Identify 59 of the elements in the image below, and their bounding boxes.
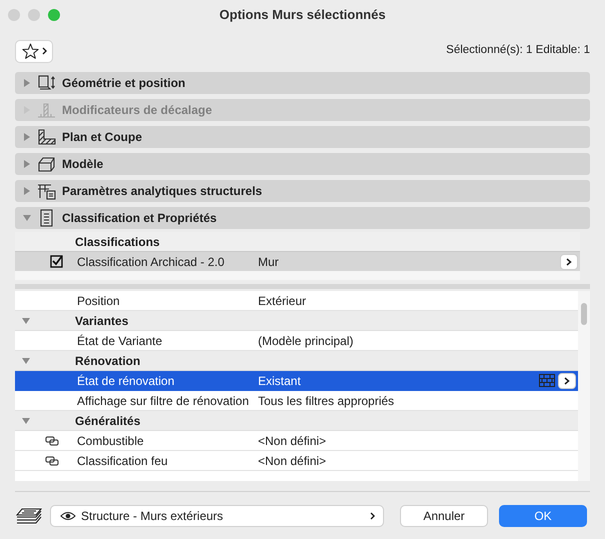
expand-triangle-icon[interactable] bbox=[22, 186, 32, 196]
ok-button[interactable]: OK bbox=[499, 504, 587, 526]
box-icon bbox=[37, 155, 57, 173]
panel-header[interactable]: Paramètres analytiques structurels bbox=[15, 180, 590, 202]
section-header: Classifications bbox=[75, 234, 160, 250]
eye-icon bbox=[60, 510, 76, 520]
classification-value: Mur bbox=[258, 254, 280, 270]
expand-triangle-icon[interactable] bbox=[22, 78, 32, 88]
property-value: <Non défini> bbox=[258, 432, 328, 450]
property-group: Rénovation bbox=[75, 352, 140, 370]
property-group: Généralités bbox=[75, 412, 140, 430]
scrollbar-thumb[interactable] bbox=[581, 303, 587, 325]
close-window-button[interactable] bbox=[8, 9, 20, 21]
property-group: Variantes bbox=[75, 312, 128, 330]
hatched-section-icon bbox=[37, 128, 57, 146]
star-icon bbox=[22, 43, 38, 59]
cancel-button[interactable]: Annuler bbox=[400, 504, 488, 526]
expand-triangle-icon[interactable] bbox=[22, 132, 32, 142]
collapse-triangle-icon[interactable] bbox=[22, 213, 32, 223]
favorites-button[interactable] bbox=[15, 40, 53, 62]
property-value: Extérieur bbox=[258, 292, 308, 310]
chevron-icon bbox=[564, 376, 570, 384]
minimize-window-button[interactable] bbox=[28, 9, 40, 21]
property-name: Position bbox=[77, 292, 121, 310]
panel-header[interactable]: Modèle bbox=[15, 153, 590, 175]
property-value: <Non défini> bbox=[258, 452, 328, 470]
window-title: Options Murs sélectionnés bbox=[219, 6, 386, 24]
property-value: (Modèle principal) bbox=[258, 332, 354, 350]
collapse-triangle-icon[interactable] bbox=[21, 316, 31, 326]
column-icon bbox=[37, 101, 57, 119]
checkbox[interactable] bbox=[50, 255, 62, 268]
selection-info: Sélectionné(s): 1 Editable: 1 bbox=[446, 43, 590, 58]
layers-icon bbox=[16, 506, 42, 524]
property-name: Affichage sur filtre de rénovation bbox=[77, 392, 250, 410]
chevron-icon bbox=[566, 258, 572, 266]
property-name: Combustible bbox=[77, 432, 145, 450]
panel-header[interactable]: Classification et Propriétés bbox=[15, 207, 590, 229]
property-value: Tous les filtres appropriés bbox=[258, 392, 396, 410]
property-value: Existant bbox=[258, 372, 302, 390]
chevron-icon bbox=[42, 47, 46, 55]
classification-name: Classification Archicad - 2.0 bbox=[77, 254, 226, 270]
collapse-triangle-icon[interactable] bbox=[21, 416, 31, 426]
property-name: État de Variante bbox=[77, 332, 164, 350]
panel-header[interactable]: Géométrie et position bbox=[15, 72, 590, 94]
classification-row[interactable]: Classification Archicad - 2.0 Mur bbox=[15, 251, 580, 271]
property-row[interactable]: État de rénovation Existant bbox=[15, 371, 578, 391]
layer-dropdown[interactable]: Structure - Murs extérieurs bbox=[50, 504, 384, 526]
expand-triangle-icon[interactable] bbox=[22, 159, 32, 169]
panel-header[interactable]: Plan et Coupe bbox=[15, 126, 590, 148]
property-name: État de rénovation bbox=[77, 372, 176, 390]
structural-doc-icon bbox=[37, 182, 57, 200]
brick-icon bbox=[539, 374, 555, 387]
value-chooser-button[interactable] bbox=[558, 372, 576, 388]
classification-chooser-button[interactable] bbox=[560, 254, 578, 270]
zoom-window-button[interactable] bbox=[48, 9, 60, 21]
geometry-icon bbox=[37, 74, 57, 92]
collapse-triangle-icon[interactable] bbox=[21, 356, 31, 366]
chevron-icon bbox=[370, 512, 375, 520]
property-name: Classification feu bbox=[77, 452, 169, 470]
